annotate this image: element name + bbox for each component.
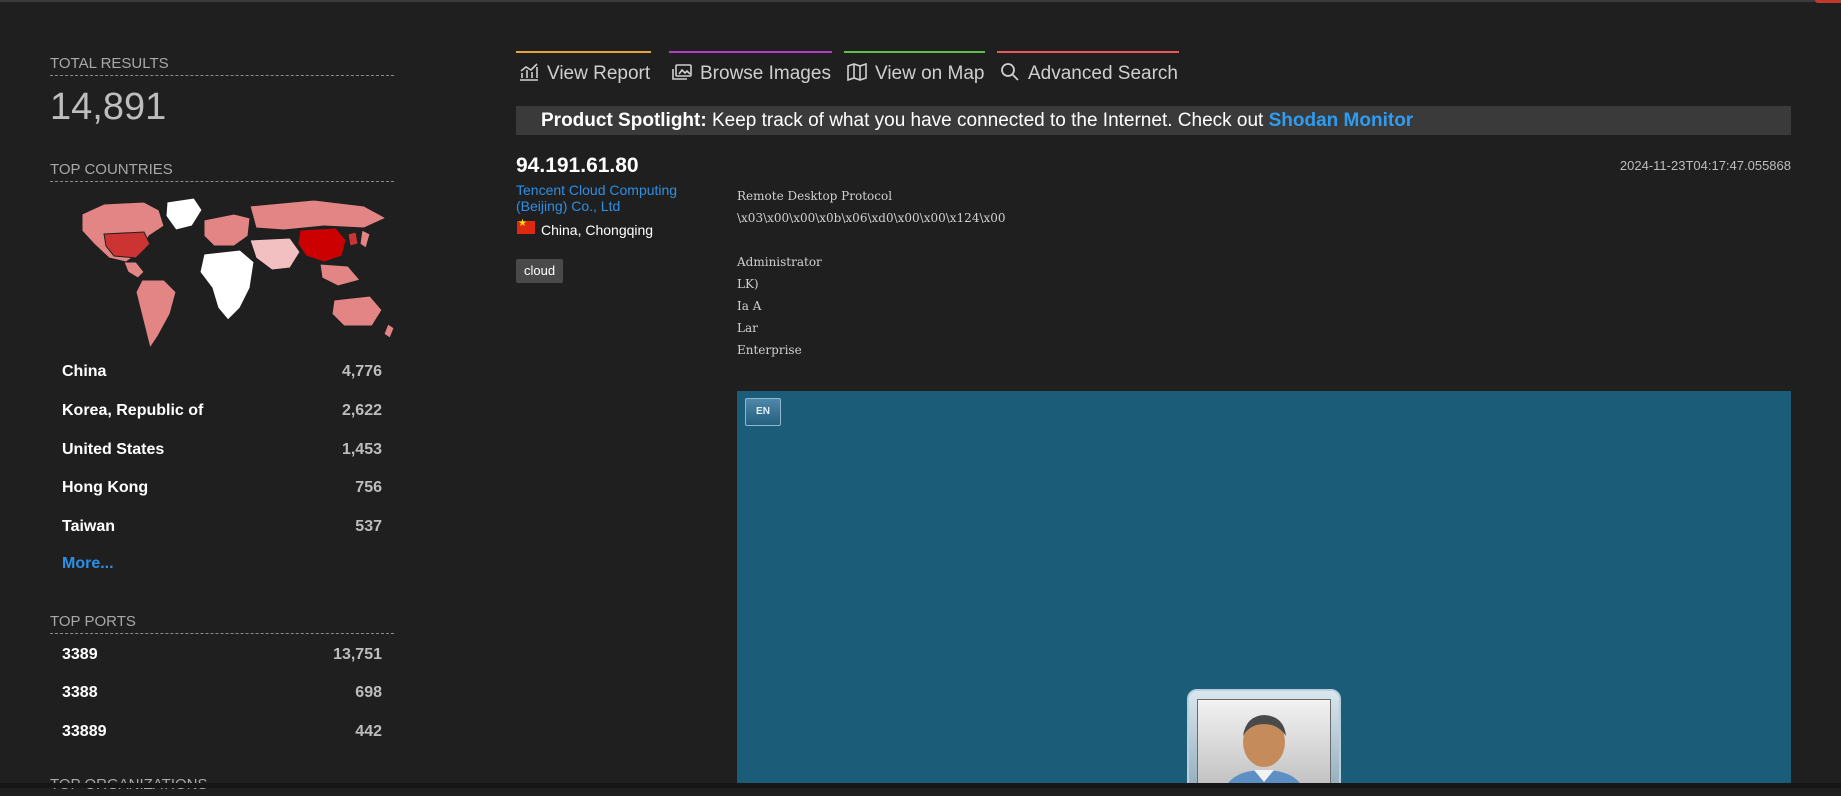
banner-line: LK) [737,277,759,291]
port-number: 3388 [62,684,98,701]
tab-view-on-map[interactable]: View on Map [844,51,985,87]
banner-line: Administrator [737,255,822,269]
service-banner: Remote Desktop Protocol \x03\x00\x00\x0b… [737,185,1006,361]
country-facet-taiwan[interactable]: Taiwan 537 [62,518,382,544]
bottom-border [0,783,1841,788]
user-icon [1228,715,1300,783]
country-count: 756 [355,479,382,496]
country-facet-hong-kong[interactable]: Hong Kong 756 [62,479,382,505]
total-results-value: 14,891 [50,86,167,128]
tab-label: View Report [547,63,651,84]
tab-advanced-search[interactable]: Advanced Search [997,51,1179,87]
china-flag-icon: ★ [517,218,535,234]
total-results-title: TOTAL RESULTS [50,55,394,76]
product-spotlight-banner: Product Spotlight: Keep track of what yo… [516,106,1791,135]
result-organization-link[interactable]: Tencent Cloud Computing (Beijing) Co., L… [516,182,716,214]
shodan-monitor-link[interactable]: Shodan Monitor [1269,110,1414,131]
tab-label: Advanced Search [1028,63,1178,84]
tab-view-report[interactable]: View Report [516,51,651,87]
more-countries-link[interactable]: More... [62,555,114,573]
port-count: 13,751 [333,646,382,663]
banner-line: Ia A [737,299,762,313]
banner-line: Lar [737,321,758,335]
country-count: 1,453 [341,441,382,458]
chart-icon [520,63,538,81]
user-avatar [1187,689,1341,783]
country-count: 537 [355,518,382,535]
spotlight-text: Keep track of what you have connected to… [711,110,1264,131]
country-count: 2,622 [341,402,382,419]
top-ports-title: TOP PORTS [50,613,394,634]
images-icon [672,64,692,80]
rdp-screenshot[interactable]: EN [737,391,1791,783]
top-border [0,0,1841,2]
country-name: Hong Kong [62,479,149,496]
tab-label: View on Map [875,63,985,84]
port-facet-33889[interactable]: 33889 442 [62,723,382,749]
port-count: 442 [355,723,382,740]
top-countries-title: TOP COUNTRIES [50,161,394,182]
tag-cloud[interactable]: cloud [516,259,564,283]
country-facet-china[interactable]: China 4,776 [62,363,382,389]
search-icon [1001,63,1019,81]
port-count: 698 [355,684,382,701]
result-ip-link[interactable]: 94.191.61.80 [516,154,639,178]
spotlight-label: Product Spotlight: [541,110,707,131]
banner-line: Remote Desktop Protocol [737,189,893,203]
language-indicator: EN [745,398,781,426]
banner-line [737,229,1006,251]
country-name: China [62,363,107,380]
tab-label: Browse Images [700,63,831,84]
port-number: 33889 [62,723,107,740]
country-name: Taiwan [62,518,116,535]
port-facet-3389[interactable]: 3389 13,751 [62,646,382,672]
country-name: Korea, Republic of [62,402,204,419]
tab-browse-images[interactable]: Browse Images [669,51,832,87]
corner-accent [1815,0,1841,3]
banner-line: Enterprise [737,343,802,357]
result-timestamp: 2024-11-23T04:17:47.055868 [1619,158,1791,173]
result-location: China, Chongqing [541,222,654,238]
port-facet-3388[interactable]: 3388 698 [62,684,382,710]
banner-line: \x03\x00\x00\x0b\x06\xd0\x00\x00\x124\x0… [737,211,1006,225]
country-count: 4,776 [341,363,382,380]
country-facet-united-states[interactable]: United States 1,453 [62,441,382,467]
country-facet-korea[interactable]: Korea, Republic of 2,622 [62,402,382,428]
country-name: United States [62,441,165,458]
world-map[interactable] [64,196,404,352]
port-number: 3389 [62,646,98,663]
map-icon [847,62,867,82]
